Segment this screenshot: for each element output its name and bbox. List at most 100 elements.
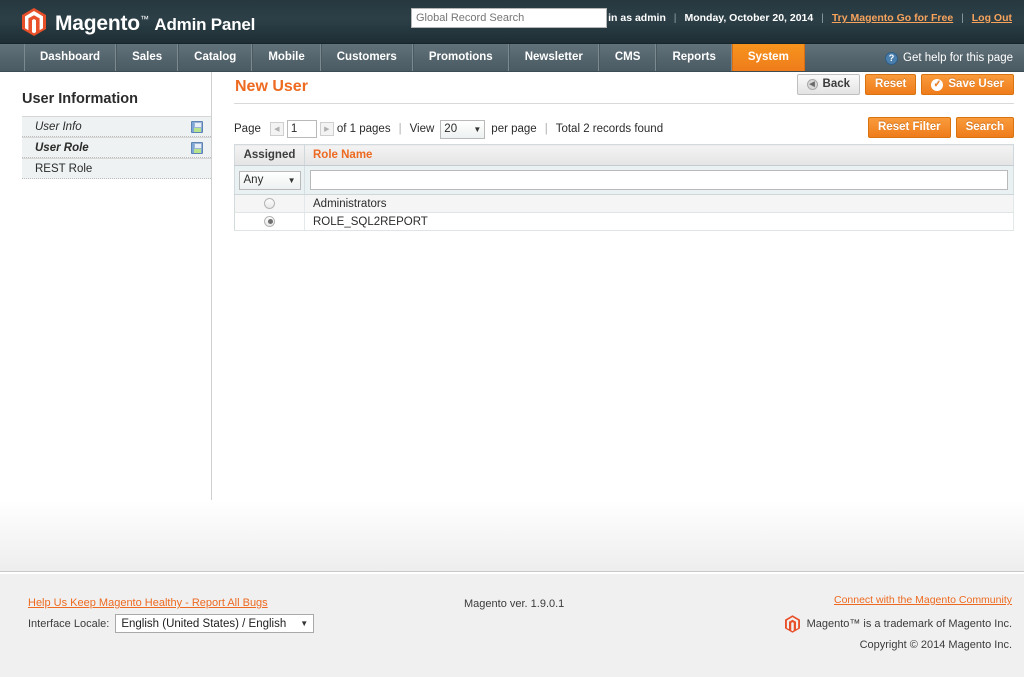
assigned-cell [234, 212, 305, 231]
sidebar-item-user-role[interactable]: User Role [22, 137, 211, 158]
table-row[interactable]: ROLE_SQL2REPORT [234, 212, 1014, 231]
assigned-filter-select[interactable]: Any ▼ [238, 170, 301, 190]
back-button[interactable]: ◀ Back [796, 74, 861, 95]
next-page-button[interactable]: ▶ [319, 122, 334, 136]
grid-body: Any ▼ [234, 165, 1014, 195]
sidebar-item-label: User Role [35, 141, 89, 154]
sidebar-title: User Information [22, 91, 139, 107]
chevron-down-icon: ▼ [287, 175, 296, 185]
nav-item-newsletter[interactable]: Newsletter [508, 44, 599, 71]
pager-sep-1: | [398, 123, 402, 135]
total-records-label: Total 2 records found [555, 123, 664, 135]
magento-version: Magento ver. 1.9.0.1 [464, 598, 565, 610]
nav-item-system[interactable]: System [731, 44, 805, 71]
assigned-radio[interactable] [264, 215, 275, 227]
reset-filter-label: Reset Filter [878, 120, 941, 133]
community-link[interactable]: Connect with the Magento Community [834, 594, 1012, 606]
nav-item-sales[interactable]: Sales [116, 44, 179, 71]
magento-mini-logo-icon [784, 615, 800, 633]
reset-button[interactable]: Reset [865, 74, 917, 95]
nav-item-reports[interactable]: Reports [656, 44, 732, 71]
magento-logo[interactable]: Magento™ Admin Panel [22, 5, 255, 39]
nav-left-spacer [0, 44, 24, 71]
interface-locale-select[interactable]: English (United States) / English ▼ [115, 614, 315, 633]
nav-item-catalog[interactable]: Catalog [178, 44, 253, 71]
get-help-link[interactable]: ? Get help for this page [885, 44, 1013, 72]
table-row[interactable]: Administrators [234, 194, 1014, 213]
sidebar: User Information User Info User Role REST … [0, 72, 212, 500]
checkmark-circle-icon: ✓ [931, 78, 944, 91]
copyright-text: Copyright © 2014 Magento Inc. [859, 639, 1012, 651]
reset-button-label: Reset [875, 77, 907, 90]
trademark-row: Magento™ is a trademark of Magento Inc. [784, 615, 1012, 633]
per-page-value: 20 [444, 123, 458, 135]
page-label: Page [234, 123, 261, 135]
magento-logo-icon [22, 8, 46, 36]
role-name-filter-input[interactable] [310, 170, 1008, 190]
per-page-label: per page [491, 123, 537, 135]
nav-item-dashboard[interactable]: Dashboard [24, 44, 117, 71]
sidebar-item-rest-role[interactable]: REST Role [22, 158, 211, 179]
admin-page: Magento™ Admin Panel Logged in as admin … [0, 0, 1024, 677]
sidebar-item-label: User Info [35, 120, 82, 133]
back-button-label: Back [822, 77, 851, 90]
search-button[interactable]: Search [955, 117, 1014, 138]
save-floppy-icon [191, 141, 203, 154]
page-title: New User [235, 78, 308, 95]
logged-in-label: Logged in as admin [567, 12, 666, 24]
nav-item-mobile[interactable]: Mobile [252, 44, 321, 71]
prev-page-button[interactable]: ◀ [269, 122, 284, 136]
footer: Help Us Keep Magento Healthy - Report Al… [0, 573, 1024, 677]
logo-trademark: ™ [139, 14, 149, 24]
assigned-filter-value: Any [243, 174, 264, 186]
nav-item-cms[interactable]: CMS [598, 44, 657, 71]
get-help-label: Get help for this page [903, 52, 1013, 64]
question-mark-icon: ? [885, 51, 899, 65]
interface-locale-value: English (United States) / English [121, 617, 287, 630]
page-header: New User ◀ Back Reset ✓ Save User [234, 72, 1014, 104]
role-name-filter-cell [304, 165, 1014, 195]
chevron-down-icon: ▼ [473, 124, 482, 134]
logo-main-text: Magento [55, 12, 140, 35]
grid-header-role-name[interactable]: Role Name [304, 144, 1014, 166]
sidebar-item-user-info[interactable]: User Info [22, 116, 211, 137]
footer-right-block: Connect with the Magento Community Magen… [784, 594, 1012, 651]
current-date: Monday, October 20, 2014 [684, 12, 814, 24]
page-action-buttons: ◀ Back Reset ✓ Save User [796, 74, 1014, 95]
save-user-button-label: Save User [948, 77, 1004, 90]
search-button-label: Search [965, 120, 1004, 133]
grid-head: Assigned Role Name [234, 144, 1014, 166]
reset-filter-button[interactable]: Reset Filter [868, 117, 951, 138]
main-content: New User ◀ Back Reset ✓ Save User Page ◀… [234, 72, 1014, 231]
role-name-cell: Administrators [304, 194, 1014, 213]
header-sep-2: | [821, 12, 824, 24]
grid-filter-buttons: Reset Filter Search [868, 117, 1014, 138]
role-name-cell: ROLE_SQL2REPORT [304, 212, 1014, 231]
top-header: Magento™ Admin Panel Logged in as admin … [0, 0, 1024, 44]
nav-item-customers[interactable]: Customers [320, 44, 413, 71]
logo-wordmark: Magento™ Admin Panel [55, 5, 255, 39]
interface-locale-label: Interface Locale: [28, 617, 110, 630]
nav-item-promotions[interactable]: Promotions [412, 44, 509, 71]
save-floppy-icon [191, 120, 203, 133]
logo-sub-text: Admin Panel [154, 15, 256, 34]
per-page-select[interactable]: 20 ▼ [440, 119, 486, 139]
assigned-radio[interactable] [264, 197, 275, 209]
view-label: View [409, 123, 435, 135]
page-number-input[interactable] [286, 120, 317, 138]
sidebar-item-label: REST Role [35, 162, 93, 175]
header-sep-3: | [961, 12, 964, 24]
grid-header-row: Assigned Role Name [234, 144, 1014, 166]
report-bugs-link[interactable]: Help Us Keep Magento Healthy - Report Al… [28, 597, 268, 609]
try-magento-go-link[interactable]: Try Magento Go for Free [832, 12, 953, 24]
header-sep-1: | [673, 12, 677, 24]
trademark-text: Magento™ is a trademark of Magento Inc. [806, 618, 1012, 630]
header-user-info: Logged in as admin | Monday, October 20,… [567, 11, 1012, 25]
chevron-down-icon: ▼ [300, 619, 309, 628]
logout-link[interactable]: Log Out [972, 12, 1012, 24]
grid-header-assigned[interactable]: Assigned [234, 144, 305, 166]
pager-sep-2: | [544, 123, 548, 135]
grid-filter-row: Any ▼ [234, 165, 1014, 195]
grid-pager: Page ◀ ▶ of 1 pages | View 20 ▼ per page… [234, 116, 1014, 142]
save-user-button[interactable]: ✓ Save User [921, 74, 1014, 95]
